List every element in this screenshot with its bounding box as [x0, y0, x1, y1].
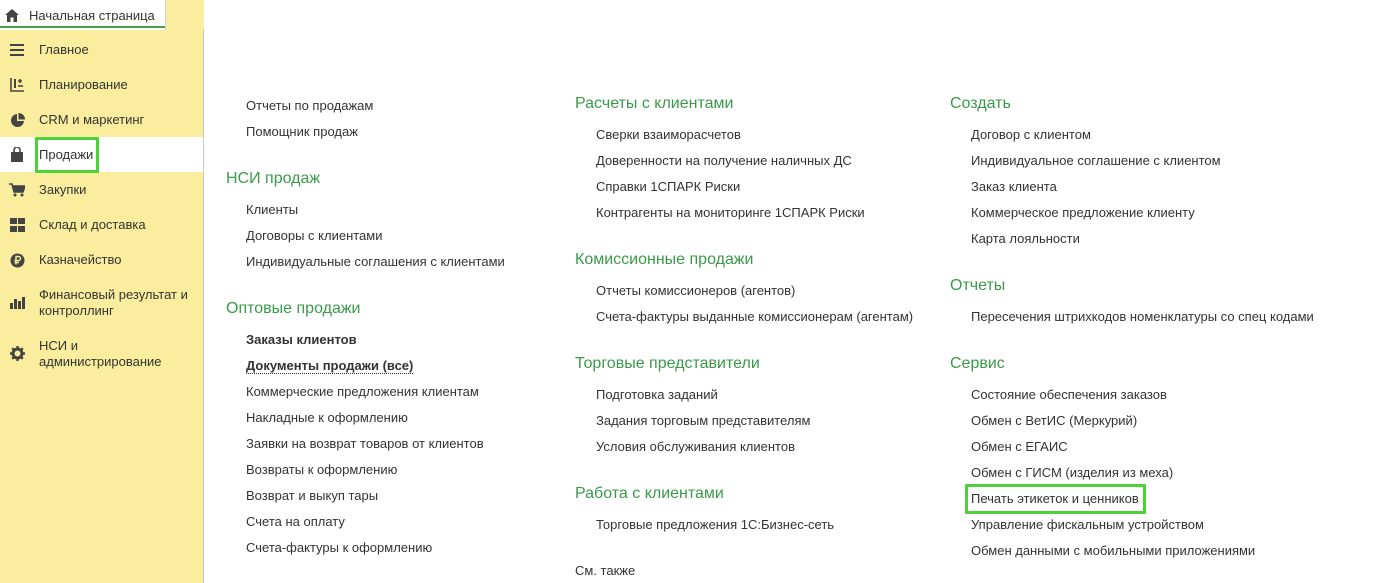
sidebar-item-crm[interactable]: CRM и маркетинг: [0, 106, 203, 134]
heading-settlements: Расчеты с клиентами: [575, 95, 734, 112]
link-client-contracts[interactable]: Договоры с клиентами: [246, 228, 382, 243]
heading-create: Создать: [950, 95, 1011, 112]
link-invoices-to-issue[interactable]: Накладные к оформлению: [246, 410, 408, 425]
cart-icon: [9, 182, 25, 198]
link-reconciliations[interactable]: Сверки взаиморасчетов: [596, 127, 741, 142]
sidebar-item-label: Казначейство: [39, 252, 122, 267]
home-tab-label: Начальная страница: [29, 7, 155, 23]
sidebar-item-warehouse[interactable]: Склад и доставка: [0, 211, 203, 239]
link-cash-powers-of-attorney[interactable]: Доверенности на получение наличных ДС: [596, 153, 852, 168]
sidebar-item-label: Главное: [39, 42, 89, 57]
link-returns-to-issue[interactable]: Возвраты к оформлению: [246, 462, 397, 477]
link-business-network-offers[interactable]: Торговые предложения 1С:Бизнес-сеть: [596, 517, 834, 532]
sidebar-item-label: CRM и маркетинг: [39, 112, 145, 127]
sidebar-item-label: Финансовый результат и контроллинг: [39, 287, 188, 318]
link-individual-agreements[interactable]: Индивидуальные соглашения с клиентами: [246, 254, 505, 269]
heading-reports: Отчеты: [950, 277, 1006, 294]
home-tab[interactable]: Начальная страница: [0, 0, 166, 30]
heading-sales-reps: Торговые представители: [575, 355, 760, 372]
heading-nsi-sales: НСИ продаж: [226, 170, 321, 187]
sidebar-item-purchases[interactable]: Закупки: [0, 176, 203, 204]
sidebar-item-sales[interactable]: Продажи: [0, 137, 203, 172]
link-mobile-exchange[interactable]: Обмен данными с мобильными приложениями: [971, 543, 1255, 558]
link-sales-documents-all[interactable]: Документы продажи (все): [246, 358, 414, 374]
menu-lines-icon: [9, 42, 25, 58]
link-sales-reports[interactable]: Отчеты по продажам: [246, 98, 373, 113]
ruble-icon: [9, 252, 25, 268]
active-tab-indicator: [0, 26, 165, 28]
link-fiscal-device[interactable]: Управление фискальным устройством: [971, 517, 1204, 532]
sidebar: Главное Планирование CRM и маркетинг Про…: [0, 30, 204, 583]
link-client-orders[interactable]: Заказы клиентов: [246, 332, 357, 347]
sidebar-item-label: Планирование: [39, 77, 128, 92]
sidebar-item-main[interactable]: Главное: [0, 36, 203, 64]
top-strip: [166, 0, 204, 30]
link-prepare-tasks[interactable]: Подготовка заданий: [596, 387, 718, 402]
link-create-contract[interactable]: Договор с клиентом: [971, 127, 1091, 142]
sidebar-item-label: Склад и доставка: [39, 217, 146, 232]
link-order-supply-status[interactable]: Состояние обеспечения заказов: [971, 387, 1167, 402]
link-commissioner-reports[interactable]: Отчеты комиссионеров (агентов): [596, 283, 795, 298]
link-vat-invoices[interactable]: Счета-фактуры к оформлению: [246, 540, 432, 555]
sidebar-item-nsi-admin[interactable]: НСИ и администрирование: [0, 333, 203, 373]
link-create-offer[interactable]: Коммерческое предложение клиенту: [971, 205, 1195, 220]
home-icon: [5, 8, 19, 22]
link-spark-monitoring[interactable]: Контрагенты на мониторинге 1СПАРК Риски: [596, 205, 865, 220]
link-commissioner-invoices[interactable]: Счета-фактуры выданные комиссионерам (аг…: [596, 309, 913, 324]
heading-commission-sales: Комиссионные продажи: [575, 251, 754, 268]
link-create-agreement[interactable]: Индивидуальное соглашение с клиентом: [971, 153, 1221, 168]
bar-chart-icon: [9, 294, 25, 310]
link-service-conditions[interactable]: Условия обслуживания клиентов: [596, 439, 795, 454]
shopping-bag-icon: [9, 147, 25, 163]
link-container-return[interactable]: Возврат и выкуп тары: [246, 488, 378, 503]
heading-service: Сервис: [950, 355, 1005, 372]
link-return-requests[interactable]: Заявки на возврат товаров от клиентов: [246, 436, 484, 451]
pie-chart-icon: [9, 112, 25, 128]
sidebar-item-planning[interactable]: Планирование: [0, 71, 203, 99]
link-egais-exchange[interactable]: Обмен с ЕГАИС: [971, 439, 1068, 454]
sidebar-item-label: Закупки: [39, 182, 87, 197]
see-also-link[interactable]: См. также: [575, 563, 635, 578]
link-sales-assistant[interactable]: Помощник продаж: [246, 124, 358, 139]
link-barcode-intersections[interactable]: Пересечения штрихкодов номенклатуры со с…: [971, 309, 1314, 324]
heading-client-work: Работа с клиентами: [575, 485, 724, 502]
link-vetis-exchange[interactable]: Обмен с ВетИС (Меркурий): [971, 413, 1137, 428]
link-payment-invoices[interactable]: Счета на оплату: [246, 514, 345, 529]
planning-icon: [9, 77, 25, 93]
highlight-print-labels: [965, 484, 1146, 514]
link-create-order[interactable]: Заказ клиента: [971, 179, 1057, 194]
sidebar-item-treasury[interactable]: Казначейство: [0, 246, 203, 274]
link-commercial-offers[interactable]: Коммерческие предложения клиентам: [246, 384, 479, 399]
sidebar-item-financial-result[interactable]: Финансовый результат и контроллинг: [0, 282, 203, 322]
link-clients[interactable]: Клиенты: [246, 202, 298, 217]
link-gism-exchange[interactable]: Обмен с ГИСМ (изделия из меха): [971, 465, 1173, 480]
link-loyalty-card[interactable]: Карта лояльности: [971, 231, 1080, 246]
heading-wholesale: Оптовые продажи: [226, 300, 361, 317]
link-spark-reports[interactable]: Справки 1СПАРК Риски: [596, 179, 740, 194]
link-rep-tasks[interactable]: Задания торговым представителям: [596, 413, 810, 428]
gear-icon: [9, 345, 25, 361]
warehouse-icon: [9, 217, 25, 233]
sidebar-item-label: НСИ и администрирование: [39, 338, 162, 369]
highlight-sales: [35, 137, 99, 173]
